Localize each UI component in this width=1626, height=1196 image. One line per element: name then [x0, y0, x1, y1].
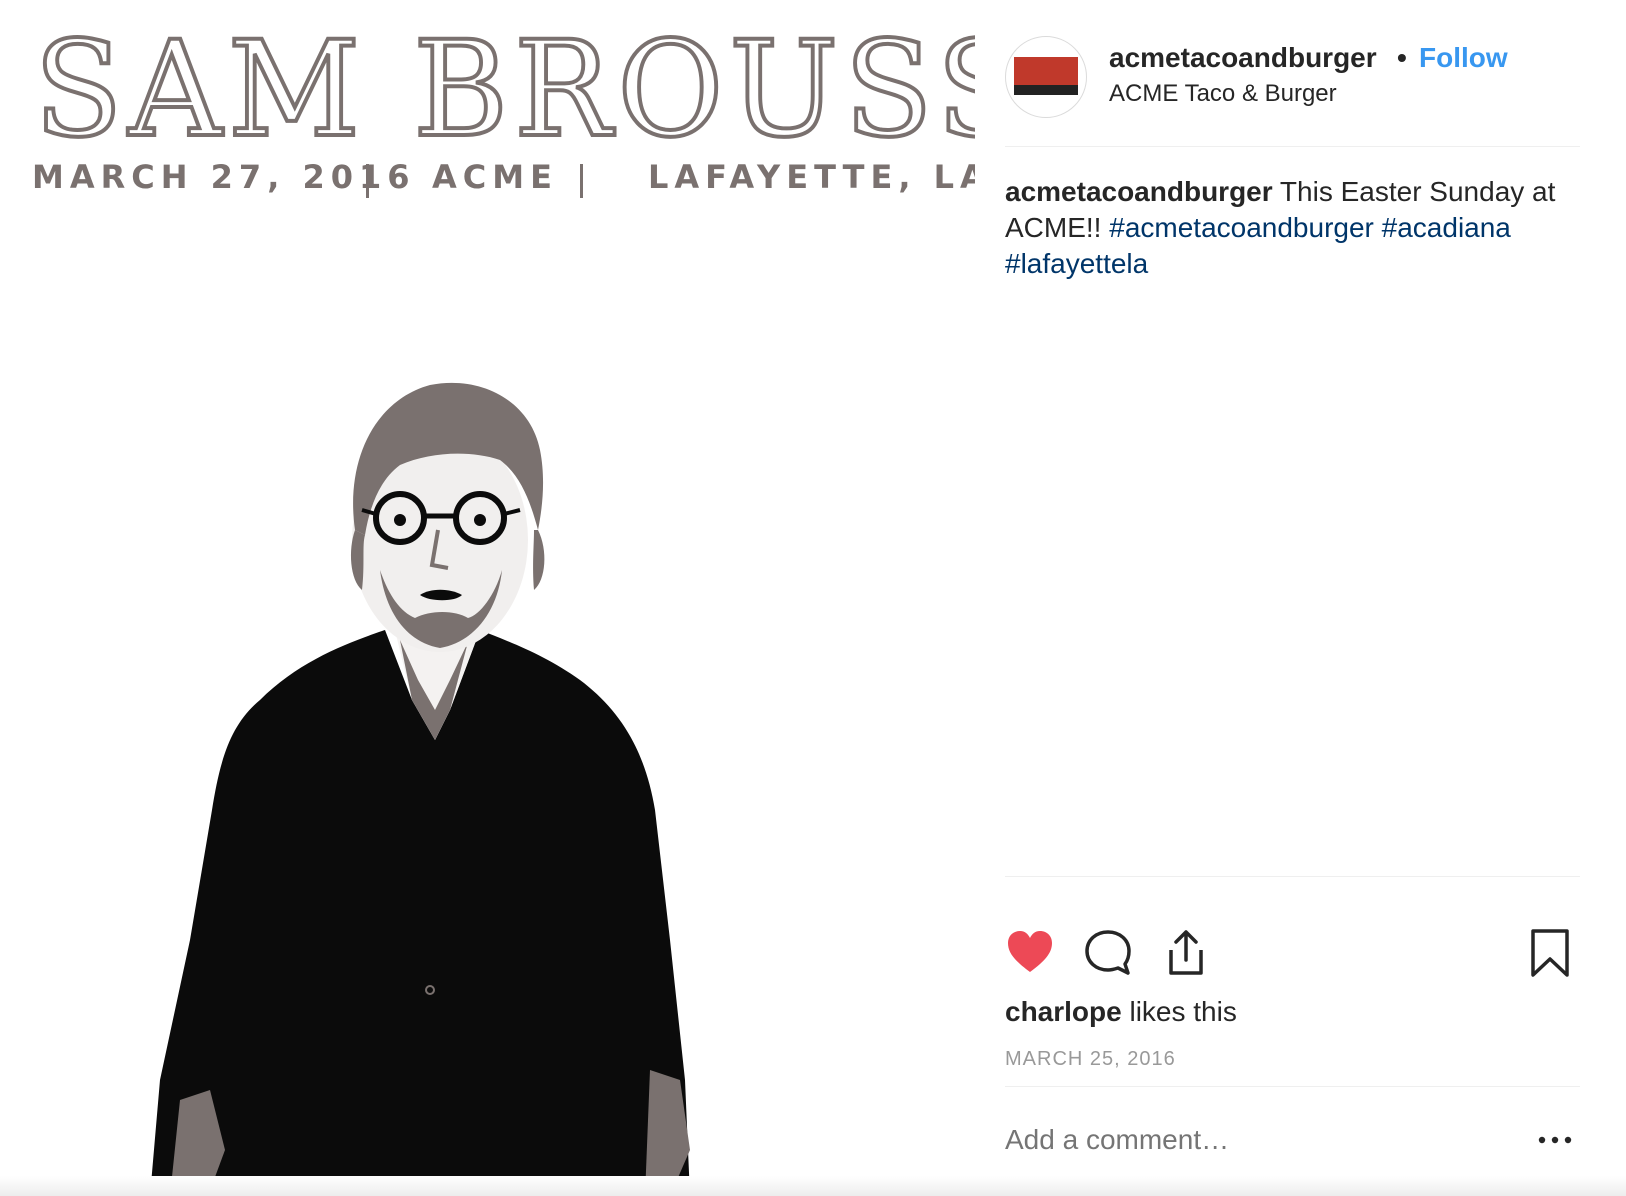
bookmark-icon[interactable]: [1525, 928, 1575, 978]
header-username[interactable]: acmetacoandburger: [1109, 42, 1377, 74]
action-bar: [1005, 928, 1580, 984]
poster-divider: [366, 164, 369, 198]
hashtag-link[interactable]: #acadiana: [1382, 212, 1511, 243]
likes-summary: charlope likes this: [1005, 996, 1237, 1028]
bottom-shadow: [0, 1176, 1626, 1196]
comment-icon[interactable]: [1083, 928, 1133, 978]
post-image[interactable]: SAM BROUSSARD MARCH 27, 2016 ACME LAFAYE…: [0, 0, 975, 1196]
hashtag-link[interactable]: #acmetacoandburger: [1109, 212, 1374, 243]
more-options-icon[interactable]: [1537, 1132, 1573, 1148]
poster-divider: [580, 164, 583, 198]
post-sidebar: acmetacoandburger • Follow ACME Taco & B…: [1005, 0, 1580, 1196]
comment-input[interactable]: [1005, 1124, 1505, 1156]
poster-venue: ACME: [432, 158, 558, 196]
caption-username[interactable]: acmetacoandburger: [1005, 176, 1273, 207]
poster-date: MARCH 27, 2016: [32, 158, 416, 196]
heart-icon[interactable]: [1005, 928, 1055, 978]
actions-divider: [1005, 876, 1580, 877]
hashtag-link[interactable]: #lafayettela: [1005, 248, 1148, 279]
acme-logo: [1014, 57, 1078, 95]
poster-city: LAFAYETTE, LA: [648, 158, 975, 196]
portrait-illustration: [150, 382, 690, 1196]
liker-username[interactable]: charlope: [1005, 996, 1122, 1027]
share-icon[interactable]: [1161, 928, 1211, 978]
post-caption: acmetacoandburger This Easter Sunday at …: [1005, 174, 1580, 282]
header-divider: [1005, 146, 1580, 147]
post-date[interactable]: MARCH 25, 2016: [1005, 1048, 1176, 1071]
poster-title: SAM BROUSSARD: [32, 13, 975, 167]
follow-button[interactable]: Follow: [1419, 42, 1508, 74]
location-link[interactable]: ACME Taco & Burger: [1109, 80, 1337, 108]
likes-suffix: likes this: [1129, 996, 1237, 1027]
comment-divider: [1005, 1086, 1580, 1087]
avatar[interactable]: [1005, 36, 1087, 118]
header-separator: •: [1397, 42, 1407, 73]
